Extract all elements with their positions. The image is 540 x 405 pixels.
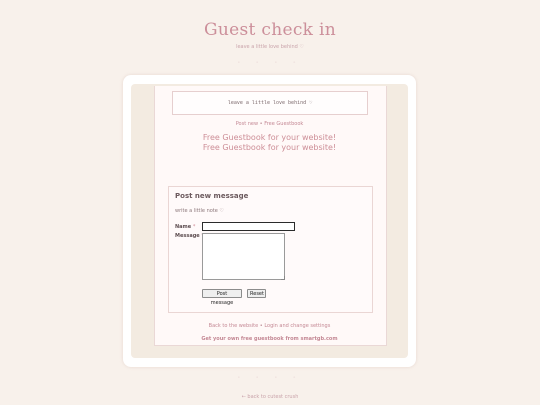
post-new-link[interactable]: Post new bbox=[236, 121, 258, 127]
back-link[interactable]: ← back to cutest crush bbox=[0, 394, 540, 400]
promo-banner[interactable]: Free Guestbook for your website! Free Gu… bbox=[154, 133, 385, 153]
link-separator: • bbox=[259, 323, 263, 329]
message-textarea[interactable] bbox=[202, 233, 285, 280]
decorative-dots-bottom: ◦ ◦ ◦ ◦ bbox=[237, 375, 303, 381]
post-new-line: Post new • Free Guestbook bbox=[154, 121, 385, 127]
required-marker: * bbox=[192, 224, 196, 230]
form-heading: Post new message bbox=[175, 192, 249, 200]
reset-button[interactable]: Reset bbox=[247, 289, 266, 298]
name-label-text: Name bbox=[175, 224, 192, 230]
footer-links: Back to the website • Login and change s… bbox=[154, 323, 385, 329]
back-to-website-link[interactable]: Back to the website bbox=[209, 323, 259, 329]
name-input[interactable] bbox=[202, 222, 295, 231]
login-link[interactable]: Login and change settings bbox=[264, 323, 330, 329]
post-message-button[interactable]: Post message bbox=[202, 289, 242, 306]
smartgb-ad-link[interactable]: Get your own free guestbook from smartgb… bbox=[154, 336, 385, 342]
promo-line-2[interactable]: Free Guestbook for your website! bbox=[154, 143, 385, 153]
decorative-dots-top: ◦ ◦ ◦ ◦ bbox=[237, 60, 303, 66]
page-subtitle: leave a little love behind ♡ bbox=[236, 44, 304, 50]
form-note: write a little note ♡ bbox=[175, 208, 224, 214]
resize-grip-icon[interactable] bbox=[281, 276, 285, 280]
free-guestbook-link[interactable]: Free Guestbook bbox=[264, 121, 303, 127]
guestbook-note: leave a little love behind ♡ bbox=[172, 91, 368, 115]
page-title: Guest check in bbox=[204, 20, 336, 40]
promo-line-1[interactable]: Free Guestbook for your website! bbox=[154, 133, 385, 143]
link-separator: • bbox=[259, 121, 263, 127]
message-label: Message * bbox=[175, 233, 204, 239]
name-label: Name * bbox=[175, 224, 195, 230]
message-label-text: Message bbox=[175, 233, 200, 239]
